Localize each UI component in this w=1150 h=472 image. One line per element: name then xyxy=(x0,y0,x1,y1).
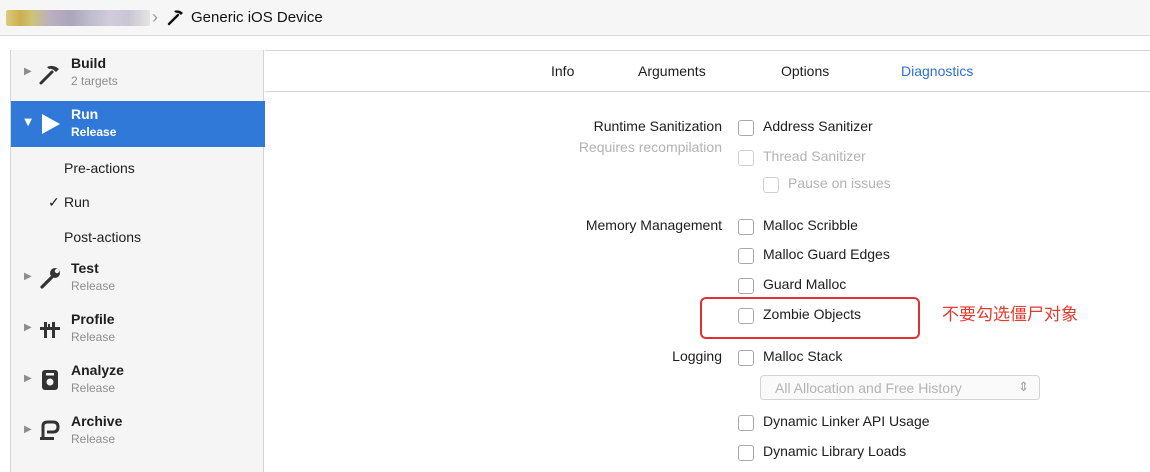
dynamic-linker-api-usage-checkbox[interactable] xyxy=(738,415,754,431)
wrench-icon xyxy=(40,268,60,289)
sidebar-item-run[interactable]: ▶ Run Release xyxy=(11,101,265,147)
sidebar-subitem-label: Post-actions xyxy=(64,229,142,245)
sidebar-item-label: Build xyxy=(71,55,106,71)
sidebar-item-subtitle: Release xyxy=(71,432,116,446)
sidebar-item-build[interactable]: ▶ Build 2 targets xyxy=(11,50,265,96)
scheme-breadcrumb-bar: › Generic iOS Device xyxy=(0,0,1150,36)
thread-sanitizer-checkbox[interactable] xyxy=(738,150,754,166)
malloc-stack-mode-value: All Allocation and Free History xyxy=(775,380,962,396)
tab-info[interactable]: Info xyxy=(551,63,574,79)
sidebar-item-profile[interactable]: ▶ Profile Release xyxy=(11,306,265,352)
sidebar-subitem-run[interactable]: ✓ Run xyxy=(11,194,265,218)
sidebar-item-label: Analyze xyxy=(71,362,124,378)
sidebar-subitem-label: Run xyxy=(64,194,90,210)
hammer-icon xyxy=(167,10,183,26)
breadcrumb-separator: › xyxy=(152,7,158,27)
hammer-icon xyxy=(39,65,59,85)
sidebar-item-subtitle: 2 targets xyxy=(71,74,118,88)
sidebar-item-analyze[interactable]: ▶ Analyze Release xyxy=(11,357,265,403)
destination-device[interactable]: Generic iOS Device xyxy=(191,9,323,26)
malloc-stack-checkbox[interactable] xyxy=(738,350,754,366)
checkmark-icon: ✓ xyxy=(48,194,60,210)
disclosure-triangle-icon[interactable]: ▶ xyxy=(22,119,33,127)
instruments-icon xyxy=(40,322,60,338)
archive-icon xyxy=(40,420,60,440)
redacted-project-name[interactable] xyxy=(6,10,150,26)
guard-malloc-checkbox[interactable] xyxy=(738,278,754,294)
tab-options[interactable]: Options xyxy=(781,63,829,79)
sidebar-item-label: Archive xyxy=(71,413,123,429)
section-label-logging: Logging xyxy=(672,348,722,364)
dynamic-library-loads-checkbox[interactable] xyxy=(738,445,754,461)
pause-on-issues-checkbox[interactable] xyxy=(763,177,779,193)
address-sanitizer-checkbox[interactable] xyxy=(738,120,754,136)
malloc-scribble-label: Malloc Scribble xyxy=(763,217,858,233)
play-icon xyxy=(42,114,60,134)
section-sublabel-requires-recompilation: Requires recompilation xyxy=(578,139,722,155)
sidebar-item-subtitle: Release xyxy=(71,125,117,139)
dynamic-linker-api-usage-label: Dynamic Linker API Usage xyxy=(763,413,930,429)
sidebar-item-subtitle: Release xyxy=(71,381,116,395)
pause-on-issues-label: Pause on issues xyxy=(788,175,891,191)
sidebar-item-test[interactable]: ▶ Test Release xyxy=(11,255,265,301)
disclosure-triangle-icon[interactable]: ▶ xyxy=(24,322,32,333)
sidebar-subitem-label: Pre-actions xyxy=(64,160,135,176)
disclosure-triangle-icon[interactable]: ▶ xyxy=(24,271,32,282)
sidebar-subitem-pre-actions[interactable]: Pre-actions xyxy=(11,160,265,184)
thread-sanitizer-label: Thread Sanitizer xyxy=(763,148,866,164)
disclosure-triangle-icon[interactable]: ▶ xyxy=(24,424,32,435)
section-label-runtime-sanitization: Runtime Sanitization xyxy=(593,118,722,134)
tab-arguments[interactable]: Arguments xyxy=(638,63,706,79)
sidebar-subitem-post-actions[interactable]: Post-actions xyxy=(11,229,265,253)
up-down-chevron-icon: ⇕ xyxy=(1018,379,1029,394)
annotation-note: 不要勾选僵尸对象 xyxy=(942,305,1078,325)
sidebar-item-label: Test xyxy=(71,260,99,276)
malloc-guard-edges-checkbox[interactable] xyxy=(738,248,754,264)
scheme-actions-sidebar: ▶ Build 2 targets ▶ Run Release Pre-acti… xyxy=(10,50,265,472)
malloc-stack-label: Malloc Stack xyxy=(763,348,843,364)
tab-diagnostics[interactable]: Diagnostics xyxy=(901,63,973,79)
disclosure-triangle-icon[interactable]: ▶ xyxy=(24,66,32,77)
annotation-highlight-box xyxy=(700,297,920,339)
address-sanitizer-label: Address Sanitizer xyxy=(763,118,873,134)
section-label-memory-management: Memory Management xyxy=(585,217,722,233)
sidebar-item-subtitle: Release xyxy=(71,279,116,293)
disclosure-triangle-icon[interactable]: ▶ xyxy=(24,373,32,384)
scheme-editor-tabs: Info Arguments Options Diagnostics xyxy=(265,50,1150,92)
sidebar-item-subtitle: Release xyxy=(71,330,116,344)
dynamic-library-loads-label: Dynamic Library Loads xyxy=(763,443,907,459)
malloc-scribble-checkbox[interactable] xyxy=(738,219,754,235)
sidebar-item-label: Profile xyxy=(71,311,115,327)
malloc-stack-mode-popup[interactable]: All Allocation and Free History ⇕ xyxy=(760,375,1040,400)
analyze-icon xyxy=(42,370,58,390)
sidebar-item-label: Run xyxy=(71,106,99,122)
guard-malloc-label: Guard Malloc xyxy=(763,276,847,292)
malloc-guard-edges-label: Malloc Guard Edges xyxy=(763,246,890,262)
sidebar-item-archive[interactable]: ▶ Archive Release xyxy=(11,408,265,454)
